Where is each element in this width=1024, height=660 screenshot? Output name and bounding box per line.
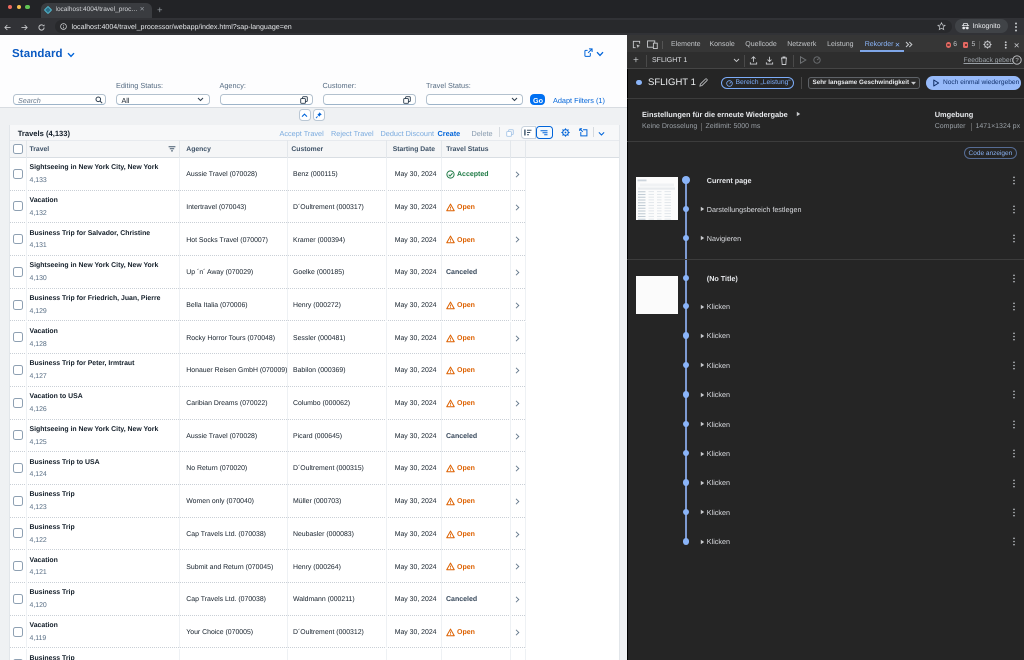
svg-text:?: ?: [1015, 57, 1019, 64]
